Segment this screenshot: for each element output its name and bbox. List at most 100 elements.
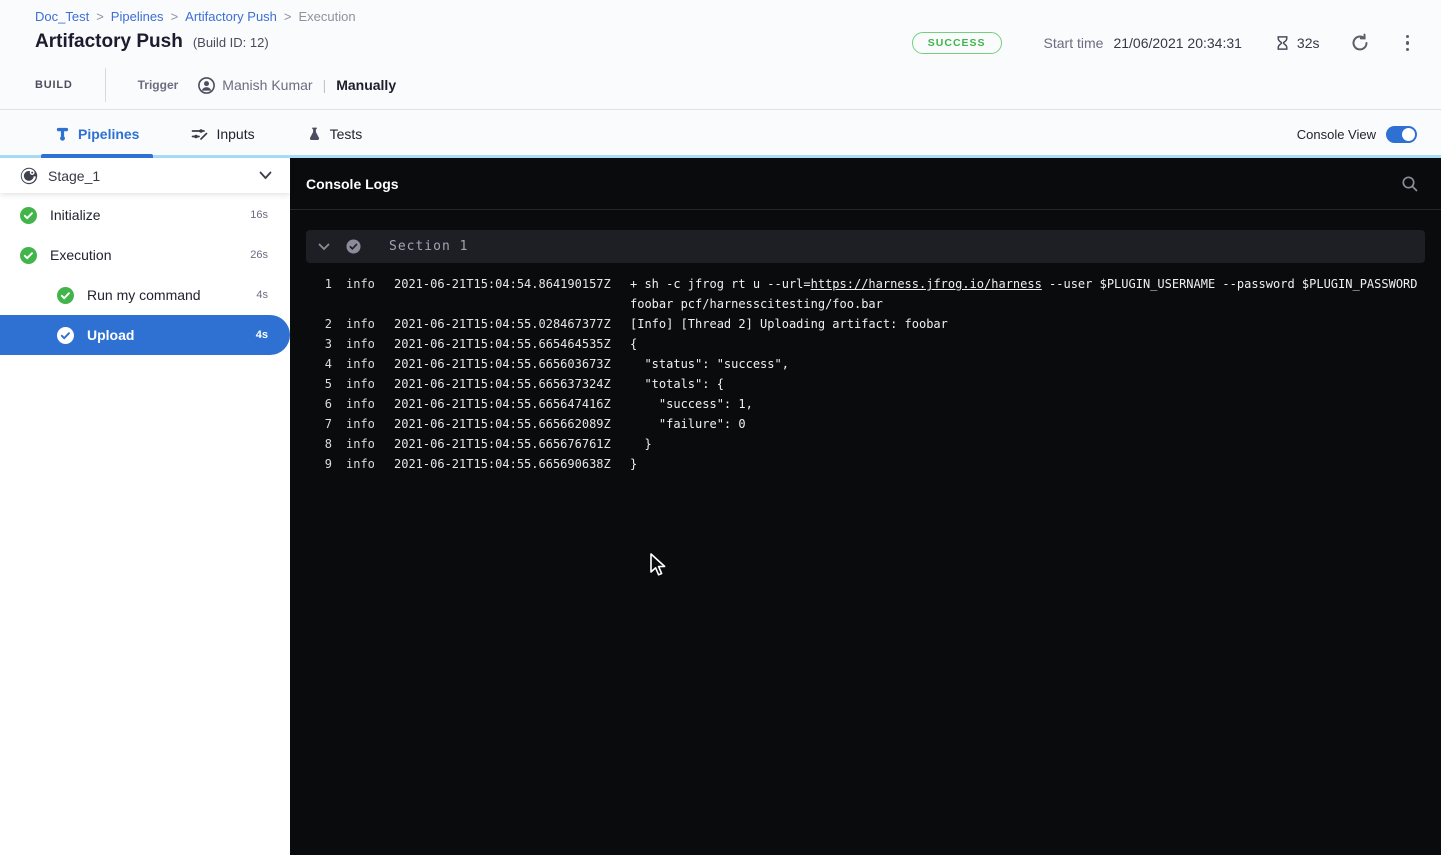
log-message: + sh -c jfrog rt u --url=https://harness… xyxy=(630,274,1418,294)
step-duration: 4s xyxy=(256,329,268,341)
log-level: info xyxy=(346,334,391,354)
log-text: + sh -c jfrog rt u --url= xyxy=(630,277,811,291)
page-header: Doc_Test > Pipelines > Artifactory Push … xyxy=(0,0,1441,110)
tab-pipelines[interactable]: Pipelines xyxy=(55,110,139,158)
breadcrumb-separator: > xyxy=(96,9,104,24)
log-line-number: 8 xyxy=(302,434,332,454)
log-line: 5info2021-06-21T15:04:55.665637324Z "tot… xyxy=(302,374,1441,394)
step-execution[interactable]: Execution26s xyxy=(0,235,290,275)
log-text: [Info] [Thread 2] Uploading artifact: fo… xyxy=(630,317,948,331)
breadcrumb-current: Execution xyxy=(299,9,356,24)
step-label: Execution xyxy=(50,247,250,263)
more-options-button[interactable] xyxy=(1400,33,1416,54)
log-message: } xyxy=(630,454,637,474)
execution-sidebar: Stage_1 Initialize16sExecution26sRun my … xyxy=(0,158,290,855)
status-badge: SUCCESS xyxy=(912,32,1002,54)
step-status-check-icon xyxy=(20,207,37,224)
log-level: info xyxy=(346,414,391,434)
step-status-check-icon xyxy=(57,327,74,344)
step-duration: 16s xyxy=(250,209,268,221)
log-timestamp: 2021-06-21T15:04:55.665637324Z xyxy=(394,374,616,394)
console-view-toggle[interactable] xyxy=(1386,126,1417,143)
step-initialize[interactable]: Initialize16s xyxy=(0,195,290,235)
breadcrumb-pipeline-name[interactable]: Artifactory Push xyxy=(185,9,277,24)
log-timestamp: 2021-06-21T15:04:55.665690638Z xyxy=(394,454,616,474)
log-message: { xyxy=(630,334,637,354)
log-section-header[interactable]: Section 1 xyxy=(306,230,1425,263)
search-icon[interactable] xyxy=(1401,175,1419,193)
log-message: "status": "success", xyxy=(630,354,789,374)
log-line: 2info2021-06-21T15:04:55.028467377Z[Info… xyxy=(302,314,1441,334)
breadcrumb-pipelines[interactable]: Pipelines xyxy=(111,9,164,24)
stage-icon xyxy=(20,167,38,185)
console-logs-title: Console Logs xyxy=(306,176,1401,192)
header-divider xyxy=(105,68,106,102)
log-level: info xyxy=(346,374,391,394)
log-message: foobar pcf/harnesscitesting/foo.bar xyxy=(630,294,883,314)
log-line-number: 3 xyxy=(302,334,332,354)
chevron-down-icon[interactable] xyxy=(259,171,272,180)
tab-tests-label: Tests xyxy=(330,126,363,142)
start-time-label: Start time xyxy=(1044,35,1104,51)
log-line-number: 4 xyxy=(302,354,332,374)
section-status-check-icon xyxy=(346,239,361,254)
refresh-button[interactable] xyxy=(1350,33,1370,53)
breadcrumb-separator: > xyxy=(171,9,179,24)
step-label: Run my command xyxy=(87,287,256,303)
step-label: Upload xyxy=(87,327,256,343)
user-avatar-icon xyxy=(198,77,215,94)
step-label: Initialize xyxy=(50,207,250,223)
log-line: 7 info2021-06-21T15:04:55.665662089Z "fai… xyxy=(302,414,1441,434)
breadcrumb-separator: > xyxy=(284,9,292,24)
log-line-number: 6 xyxy=(302,394,332,414)
stage-selector[interactable]: Stage_1 xyxy=(0,158,290,193)
log-level: info xyxy=(346,314,391,334)
step-upload[interactable]: Upload4s xyxy=(0,315,290,355)
log-text: "status": "success", xyxy=(630,357,789,371)
log-timestamp: 2021-06-21T15:04:55.665676761Z xyxy=(394,434,616,454)
trigger-user-name[interactable]: Manish Kumar xyxy=(222,77,312,93)
trigger-type: Manually xyxy=(336,77,396,93)
log-level: info xyxy=(346,394,391,414)
tab-inputs[interactable]: Inputs xyxy=(191,110,254,158)
trigger-separator: | xyxy=(323,77,327,93)
log-line: 1info2021-06-21T15:04:54.864190157Z+ sh … xyxy=(302,274,1441,294)
total-duration: 32s xyxy=(1297,35,1320,51)
inputs-icon xyxy=(191,126,208,142)
log-text: "failure": 0 xyxy=(630,417,746,431)
breadcrumb: Doc_Test > Pipelines > Artifactory Push … xyxy=(35,9,356,24)
console-panel: Console Logs Section 1 xyxy=(290,158,1441,855)
log-line: 4info2021-06-21T15:04:55.665603673Z "sta… xyxy=(302,354,1441,374)
log-line: 8 info2021-06-21T15:04:55.665676761Z } xyxy=(302,434,1441,454)
log-line-number: 7 xyxy=(302,414,332,434)
log-text: } xyxy=(630,457,637,471)
tab-tests[interactable]: Tests xyxy=(307,110,363,158)
log-timestamp: 2021-06-21T15:04:55.665662089Z xyxy=(394,414,616,434)
log-level: info xyxy=(346,434,391,454)
pipelines-icon xyxy=(55,126,70,142)
log-timestamp: 2021-06-21T15:04:55.665647416Z xyxy=(394,394,616,414)
log-text: foobar pcf/harnesscitesting/foo.bar xyxy=(630,297,883,311)
log-text: --user $PLUGIN_USERNAME --password $PLUG… xyxy=(1042,277,1418,291)
log-message: "success": 1, xyxy=(630,394,753,414)
step-list: Initialize16sExecution26sRun my command4… xyxy=(0,193,290,355)
log-line-number: 2 xyxy=(302,314,332,334)
section-title: Section 1 xyxy=(389,239,468,254)
log-link[interactable]: https://harness.jfrog.io/harness xyxy=(811,277,1042,291)
toggle-knob xyxy=(1402,128,1415,141)
log-text: } xyxy=(630,437,652,451)
log-line: 9info2021-06-21T15:04:55.665690638Z} xyxy=(302,454,1441,474)
log-line-number: 9 xyxy=(302,454,332,474)
build-type-label: BUILD xyxy=(35,79,73,91)
step-duration: 4s xyxy=(256,289,268,301)
log-level: info xyxy=(346,274,391,294)
start-time-value: 21/06/2021 20:34:31 xyxy=(1113,35,1241,51)
section-chevron-down-icon[interactable] xyxy=(318,243,330,251)
step-run-my-command[interactable]: Run my command4s xyxy=(0,275,290,315)
breadcrumb-project[interactable]: Doc_Test xyxy=(35,9,89,24)
log-timestamp: 2021-06-21T15:04:55.665464535Z xyxy=(394,334,616,354)
log-line: 6 info2021-06-21T15:04:55.665647416Z "suc… xyxy=(302,394,1441,414)
stage-name: Stage_1 xyxy=(48,168,259,184)
console-view-label: Console View xyxy=(1297,127,1376,142)
refresh-icon xyxy=(1350,33,1370,53)
